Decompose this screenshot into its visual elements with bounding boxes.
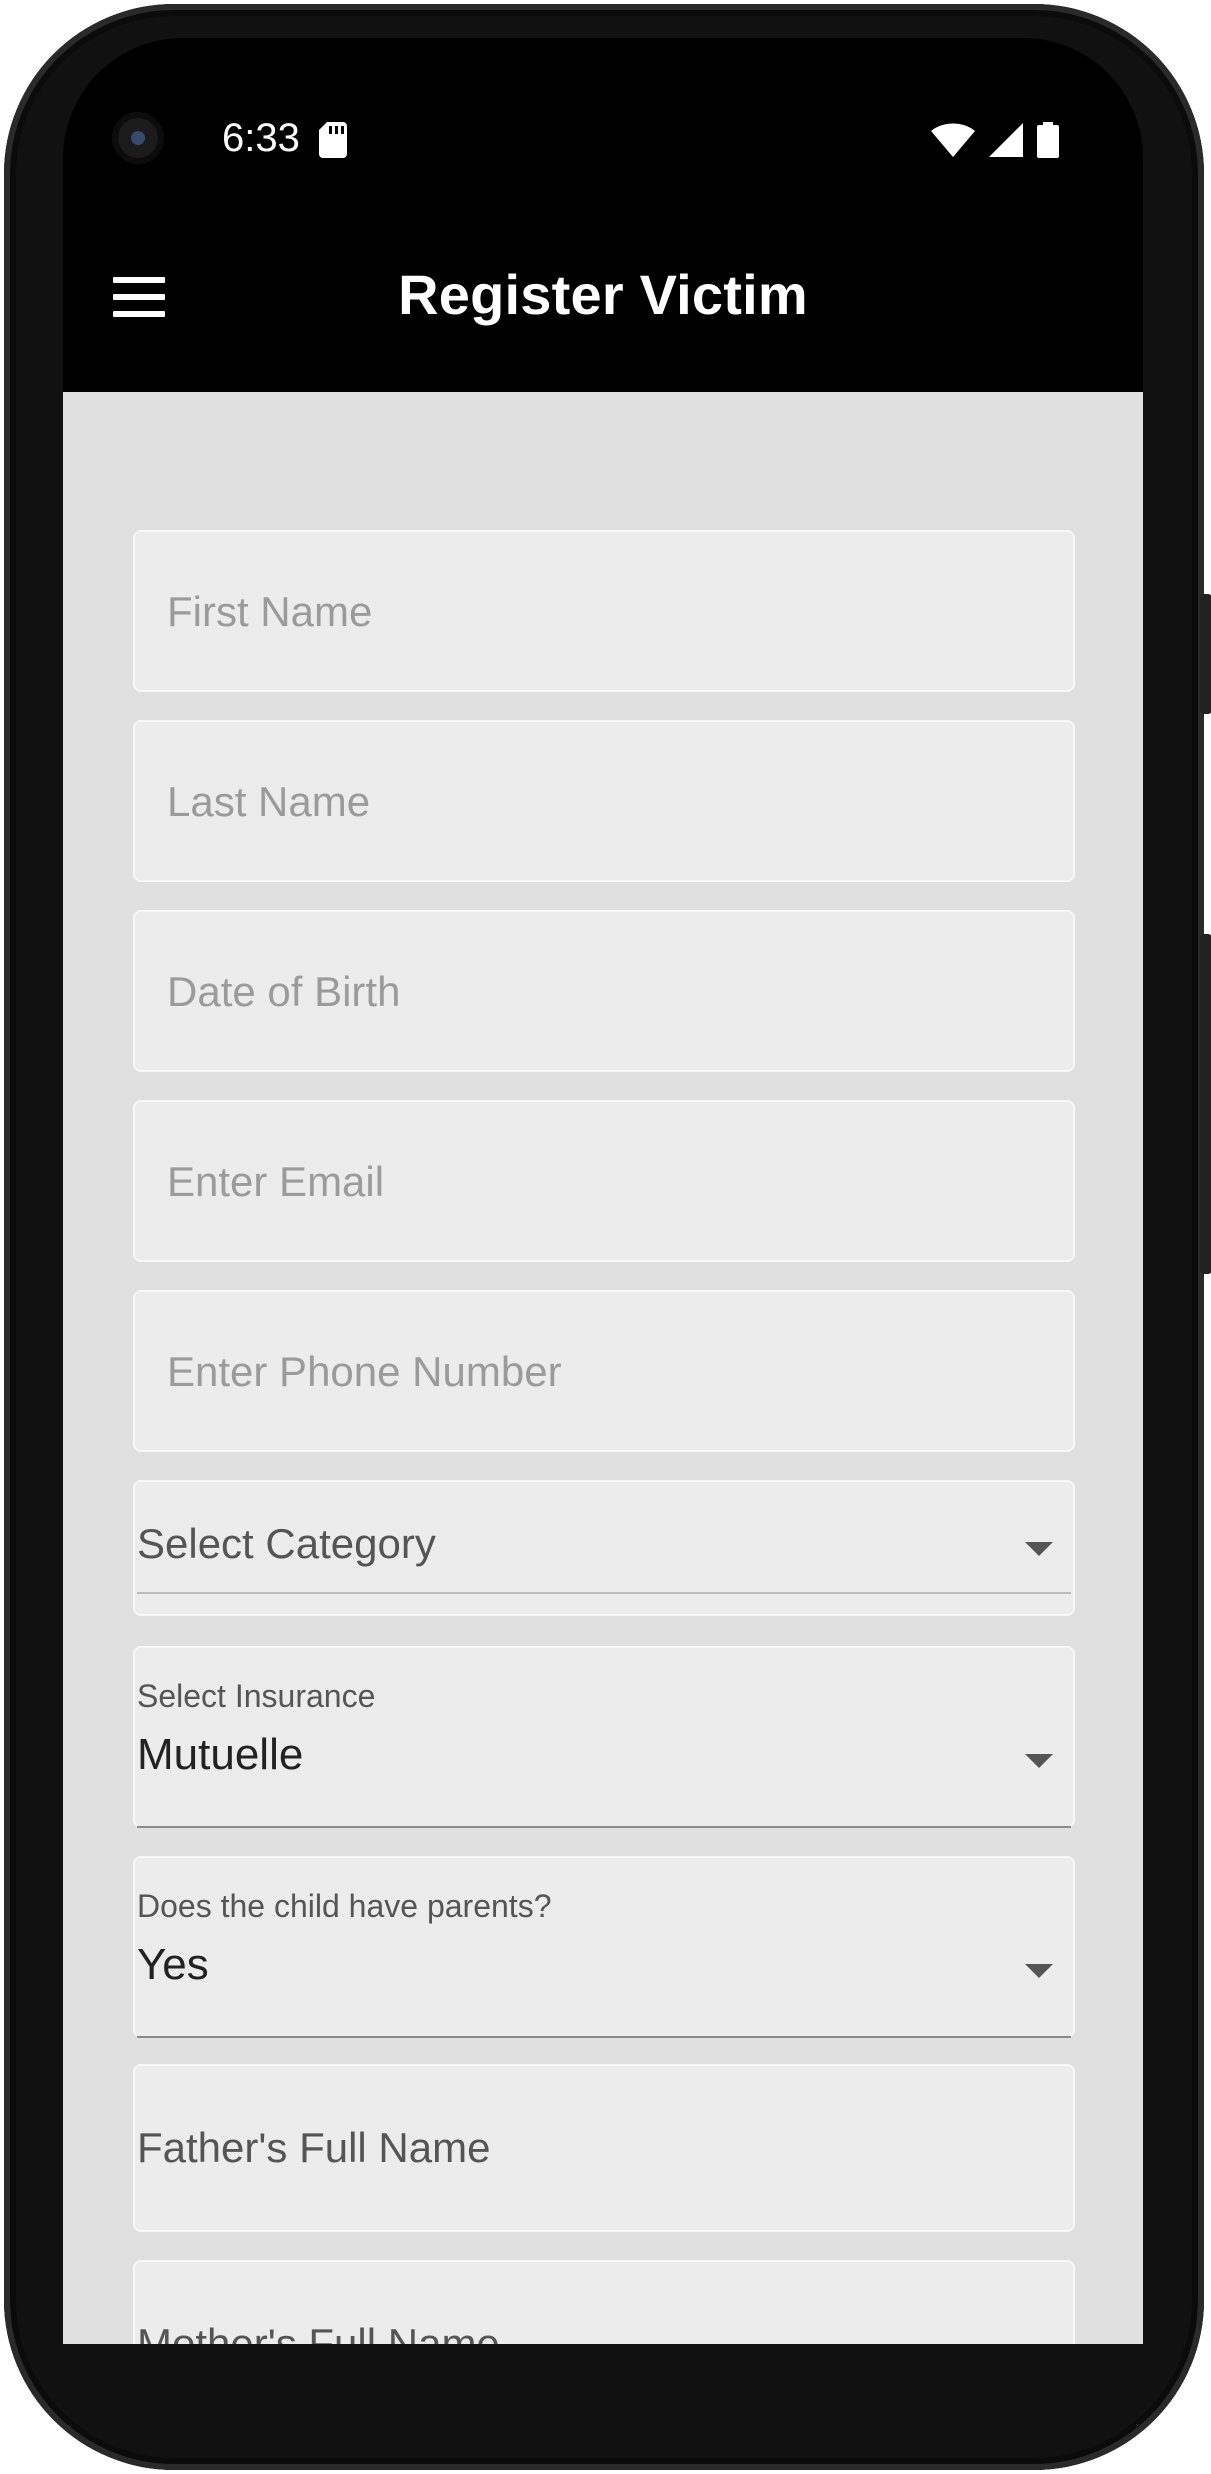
insurance-dropdown[interactable]: Select Insurance Mutuelle [133, 1646, 1075, 1828]
has-parents-underline [137, 2036, 1071, 2038]
chevron-down-icon [1025, 1542, 1053, 1556]
chevron-down-icon [1025, 1964, 1053, 1978]
category-hint: Select Category [137, 1520, 436, 1567]
volume-button [1200, 934, 1211, 1274]
phone-input[interactable] [165, 1292, 1049, 1452]
father-name-field[interactable]: Father's Full Name [133, 2064, 1075, 2232]
chevron-down-icon [1025, 1754, 1053, 1768]
status-bar: 6:33 [63, 38, 1143, 210]
has-parents-value: Yes [137, 1940, 209, 1989]
category-underline [137, 1592, 1071, 1594]
has-parents-dropdown[interactable]: Does the child have parents? Yes [133, 1856, 1075, 2038]
date-of-birth-input[interactable] [165, 912, 1049, 1072]
sd-card-icon [319, 122, 347, 158]
mother-name-field[interactable]: Mother's Full Name [133, 2260, 1075, 2344]
email-field[interactable] [133, 1100, 1075, 1262]
insurance-underline [137, 1826, 1071, 1828]
power-button [1200, 594, 1211, 714]
mother-name-hint: Mother's Full Name [137, 2320, 500, 2344]
screen: 6:33 Register Victim First Name Last Nam… [63, 38, 1143, 2344]
insurance-label: Select Insurance [137, 1678, 376, 1714]
insurance-value: Mutuelle [137, 1730, 304, 1779]
app-bar: Register Victim [63, 210, 1143, 392]
first-name-input[interactable] [165, 532, 1049, 692]
date-of-birth-field[interactable] [133, 910, 1075, 1072]
has-parents-label: Does the child have parents? [137, 1888, 552, 1924]
phone-field[interactable] [133, 1290, 1075, 1452]
form-content: Select Category Select Insurance Mutuell… [63, 392, 1143, 2344]
first-name-field[interactable] [133, 530, 1075, 692]
phone-frame: 6:33 Register Victim First Name Last Nam… [4, 4, 1211, 2470]
status-time: 6:33 [222, 116, 300, 160]
last-name-field[interactable] [133, 720, 1075, 882]
page-title: Register Victim [398, 263, 808, 326]
front-camera [112, 112, 164, 164]
father-name-hint: Father's Full Name [137, 2124, 491, 2171]
wifi-icon [931, 123, 975, 157]
last-name-input[interactable] [165, 722, 1049, 882]
cell-signal-icon [989, 123, 1023, 157]
battery-icon [1037, 122, 1059, 158]
email-input[interactable] [165, 1102, 1049, 1262]
category-dropdown[interactable]: Select Category [133, 1480, 1075, 1616]
